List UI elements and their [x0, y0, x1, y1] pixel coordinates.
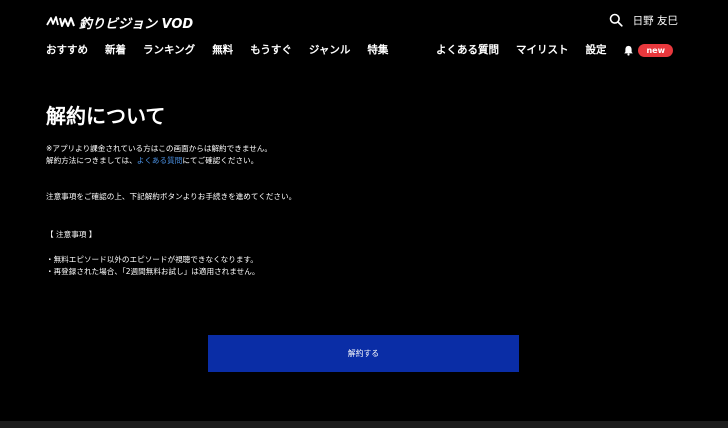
caution-heading: 【 注意事項 】	[46, 230, 97, 239]
cancellation-method-note: 解約方法につきましては、よくある質問にてご確認ください。	[46, 155, 686, 167]
nav-item-coming-soon[interactable]: もうすぐ	[250, 42, 292, 58]
nav-item-settings[interactable]: 設定	[585, 42, 606, 58]
nav-item-genre[interactable]: ジャンル	[309, 42, 350, 58]
search-icon[interactable]	[609, 13, 623, 27]
faq-link[interactable]: よくある質問	[137, 156, 183, 165]
cancel-subscription-button[interactable]: 解約する	[208, 335, 519, 372]
nav-item-faq[interactable]: よくある質問	[436, 42, 499, 58]
site-header: 釣りビジョン VOD 日野 友巳 おすすめ 新着 ランキング 無料 もうすぐ ジ…	[0, 0, 728, 70]
new-badge: new	[638, 43, 673, 57]
cancellation-content: 解約について ※アプリより課金されている方はこの画面からは解約できません。 解約…	[46, 104, 686, 278]
brand-logo-icon	[46, 16, 75, 27]
app-billing-note: ※アプリより課金されている方はこの画面からは解約できません。	[46, 144, 272, 153]
method-note-prefix: 解約方法につきましては、	[46, 156, 137, 165]
nav-item-new[interactable]: 新着	[105, 42, 126, 58]
brand-logo[interactable]: 釣りビジョン VOD	[46, 13, 194, 32]
page-title: 解約について	[46, 104, 166, 128]
instruction-text: 注意事項をご確認の上、下記解約ボタンよりお手続きを進めてください。	[46, 192, 297, 201]
nav-item-recommended[interactable]: おすすめ	[46, 42, 88, 58]
user-name[interactable]: 日野 友巳	[633, 13, 678, 28]
caution-item: ・再登録された場合、「2週間無料お試し」は適用されません。	[46, 267, 260, 276]
footer-strip	[0, 421, 728, 428]
user-area: 日野 友巳	[609, 12, 678, 28]
nav-item-mylist[interactable]: マイリスト	[516, 42, 569, 58]
notifications-button[interactable]: new	[623, 43, 673, 57]
main-nav: おすすめ 新着 ランキング 無料 もうすぐ ジャンル 特集	[46, 42, 388, 58]
nav-item-features[interactable]: 特集	[367, 42, 388, 58]
nav-item-free[interactable]: 無料	[212, 42, 233, 58]
method-note-suffix: にてご確認ください。	[182, 156, 259, 165]
bell-icon	[624, 45, 634, 56]
nav-item-ranking[interactable]: ランキング	[143, 42, 195, 58]
logo-text: 釣りビジョン VOD	[79, 16, 194, 32]
caution-item: ・無料エピソード以外のエピソードが視聴できなくなります。	[46, 255, 258, 264]
secondary-nav: よくある質問 マイリスト 設定 new	[436, 42, 673, 58]
